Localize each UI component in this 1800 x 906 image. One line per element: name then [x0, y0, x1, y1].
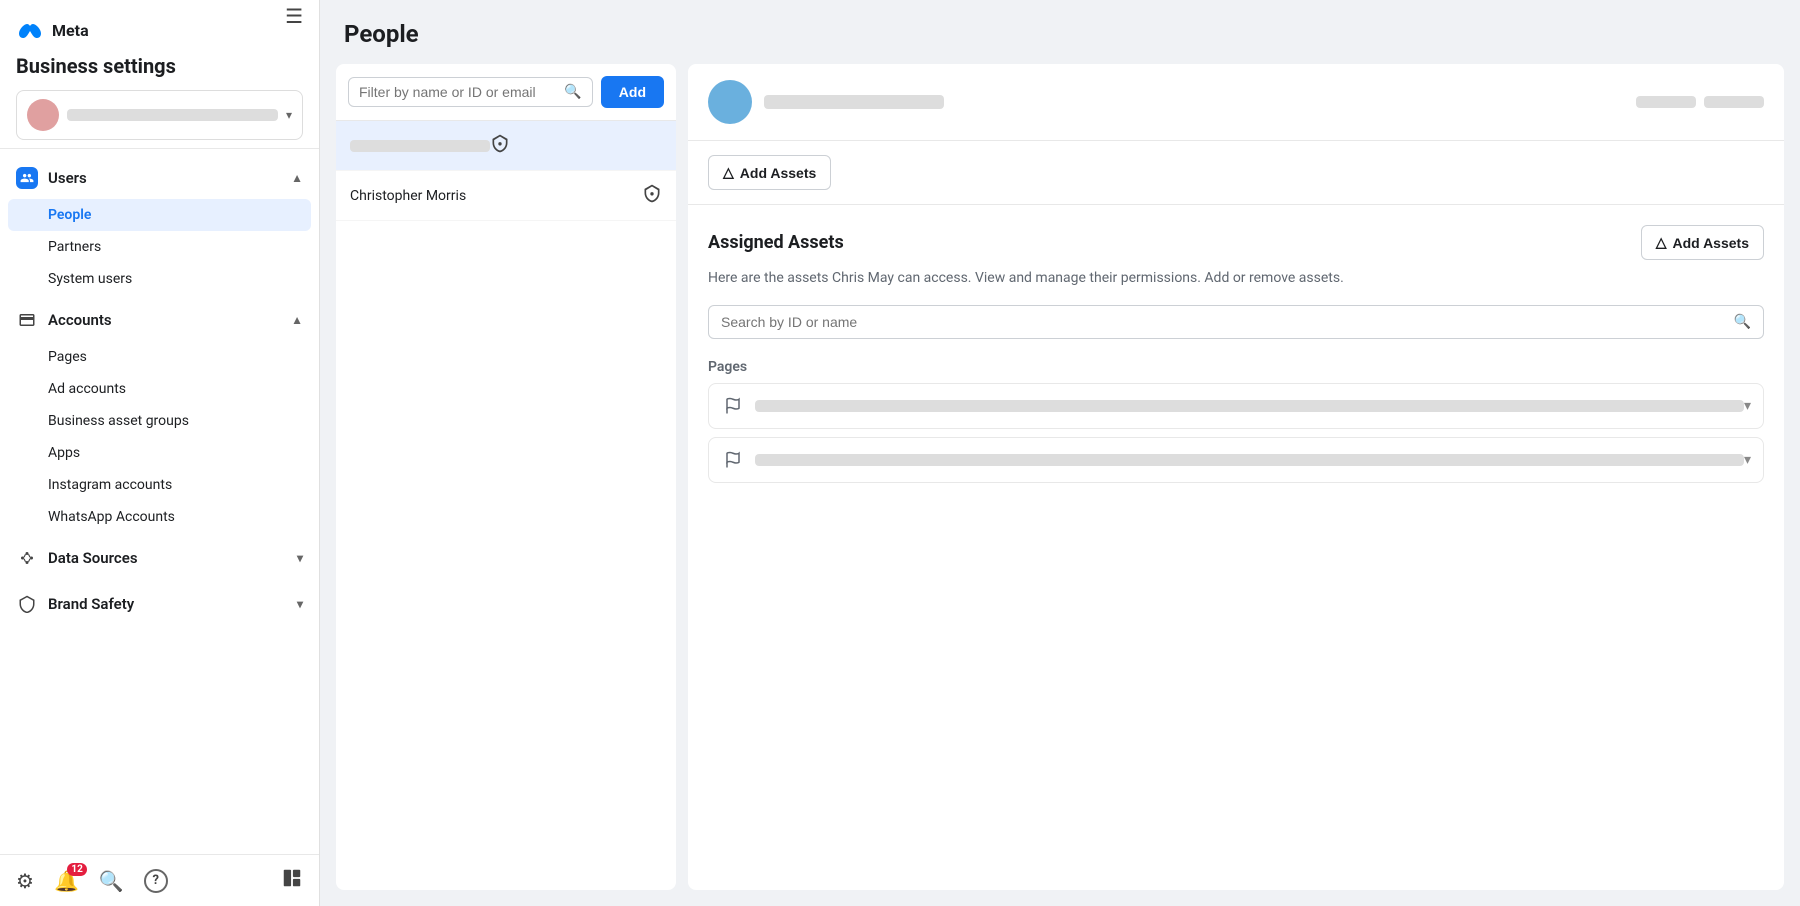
users-label: Users — [48, 169, 87, 187]
assets-search: 🔍 — [708, 305, 1764, 339]
list-item[interactable]: Christopher Morris — [336, 171, 676, 221]
account-selector[interactable]: ▾ — [16, 90, 303, 140]
sidebar-item-partners[interactable]: Partners — [0, 231, 319, 263]
data-sources-label: Data Sources — [48, 549, 138, 567]
add-button[interactable]: Add — [601, 76, 664, 108]
search-icon: 🔍 — [564, 84, 581, 100]
people-list-panel: 🔍 Add Christopher Morris — [336, 64, 676, 890]
people-search-bar: 🔍 Add — [336, 64, 676, 121]
sidebar-item-accounts[interactable]: Accounts ▲ — [0, 299, 319, 341]
add-assets-bar: △ Add Assets — [688, 141, 1784, 205]
avatar — [27, 99, 59, 131]
accounts-chevron-icon: ▲ — [291, 313, 303, 327]
add-assets-label: Add Assets — [1672, 235, 1749, 251]
user-name — [764, 95, 944, 109]
admin-shield-icon — [642, 183, 662, 208]
add-assets-header-icon: △ — [723, 164, 734, 181]
add-assets-button[interactable]: △ Add Assets — [1641, 225, 1764, 260]
nav-section-data-sources: Data Sources ▾ — [0, 537, 319, 579]
user-avatar — [708, 80, 752, 124]
assigned-assets-section: Assigned Assets △ Add Assets Here are th… — [708, 225, 1764, 483]
content-panels: 🔍 Add Christopher Morris — [320, 64, 1800, 906]
sidebar-item-whatsapp-accounts[interactable]: WhatsApp Accounts — [0, 501, 319, 533]
accounts-icon — [16, 309, 38, 331]
assigned-assets-header: Assigned Assets △ Add Assets — [708, 225, 1764, 260]
sidebar-item-instagram-accounts[interactable]: Instagram accounts — [0, 469, 319, 501]
asset-item[interactable]: ▾ — [708, 437, 1764, 483]
sidebar-footer: ⚙ 🔔 12 🔍 ? — [0, 854, 319, 906]
sidebar-item-pages[interactable]: Pages — [0, 341, 319, 373]
header-action-blur-2 — [1704, 96, 1764, 108]
users-chevron-icon: ▲ — [291, 171, 303, 185]
meta-logo-icon — [16, 16, 44, 44]
page-flag-icon — [721, 394, 745, 418]
data-sources-icon — [16, 547, 38, 569]
header-action-blur-1 — [1636, 96, 1696, 108]
assigned-assets-description: Here are the assets Chris May can access… — [708, 268, 1764, 289]
users-sub-items: People Partners System users — [0, 199, 319, 295]
page-flag-icon — [721, 448, 745, 472]
people-list: Christopher Morris — [336, 121, 676, 890]
assets-search-icon: 🔍 — [1734, 314, 1751, 330]
settings-icon[interactable]: ⚙ — [16, 869, 34, 893]
sidebar-item-people[interactable]: People — [8, 199, 311, 231]
nav-section-accounts: Accounts ▲ Pages Ad accounts Business as… — [0, 299, 319, 533]
list-item[interactable] — [336, 121, 676, 171]
assigned-assets-title: Assigned Assets — [708, 232, 1641, 253]
sidebar-item-apps[interactable]: Apps — [0, 437, 319, 469]
brand-safety-icon — [16, 593, 38, 615]
page-title: People — [344, 20, 1776, 48]
search-input-wrapper: 🔍 — [348, 77, 593, 107]
sidebar-item-ad-accounts[interactable]: Ad accounts — [0, 373, 319, 405]
header-actions — [1636, 96, 1764, 108]
panel-icon[interactable] — [281, 867, 303, 894]
person-name-blur — [350, 140, 490, 152]
sidebar-item-system-users[interactable]: System users — [0, 263, 319, 295]
meta-logo-text: Meta — [52, 21, 89, 40]
accounts-label: Accounts — [48, 311, 112, 329]
sidebar-item-users[interactable]: Users ▲ — [0, 157, 319, 199]
data-sources-chevron-icon: ▾ — [297, 551, 303, 565]
user-detail-header — [688, 64, 1784, 141]
brand-safety-label: Brand Safety — [48, 595, 134, 613]
accounts-sub-items: Pages Ad accounts Business asset groups … — [0, 341, 319, 533]
sidebar: Meta ☰ Business settings ▾ Users ▲ Peopl… — [0, 0, 320, 906]
page-chevron-icon: ▾ — [1744, 398, 1751, 414]
business-settings-title: Business settings — [16, 54, 303, 78]
notification-badge: 12 — [67, 863, 86, 876]
asset-item[interactable]: ▾ — [708, 383, 1764, 429]
users-icon — [16, 167, 38, 189]
page-name — [755, 454, 1744, 466]
pages-section-label: Pages — [708, 359, 1764, 375]
sidebar-item-brand-safety[interactable]: Brand Safety ▾ — [0, 583, 319, 625]
add-assets-icon: △ — [1656, 234, 1667, 251]
search-icon[interactable]: 🔍 — [99, 869, 124, 893]
person-name: Christopher Morris — [350, 188, 642, 204]
add-assets-header-button[interactable]: △ Add Assets — [708, 155, 831, 190]
page-header: People — [320, 0, 1800, 64]
help-icon[interactable]: ? — [144, 869, 168, 893]
assets-search-input[interactable] — [721, 314, 1726, 330]
admin-shield-icon — [490, 133, 510, 158]
brand-safety-chevron-icon: ▾ — [297, 597, 303, 611]
chevron-down-icon: ▾ — [286, 108, 292, 122]
meta-logo: Meta ☰ — [16, 16, 303, 44]
page-chevron-icon: ▾ — [1744, 452, 1751, 468]
user-detail-body: Assigned Assets △ Add Assets Here are th… — [688, 205, 1784, 890]
sidebar-nav: Users ▲ People Partners System users Acc… — [0, 149, 319, 854]
page-name — [755, 400, 1744, 412]
search-input[interactable] — [359, 84, 558, 100]
add-assets-header-label: Add Assets — [740, 165, 817, 181]
nav-section-brand-safety: Brand Safety ▾ — [0, 583, 319, 625]
user-detail-panel: △ Add Assets Assigned Assets △ Add Asset… — [688, 64, 1784, 890]
nav-section-users: Users ▲ People Partners System users — [0, 157, 319, 295]
sidebar-item-data-sources[interactable]: Data Sources ▾ — [0, 537, 319, 579]
main-content: People 🔍 Add — [320, 0, 1800, 906]
notifications-icon[interactable]: 🔔 12 — [54, 869, 79, 893]
sidebar-item-business-asset-groups[interactable]: Business asset groups — [0, 405, 319, 437]
sidebar-header: Meta ☰ Business settings ▾ — [0, 0, 319, 149]
hamburger-button[interactable]: ☰ — [285, 4, 303, 29]
account-name — [67, 109, 278, 121]
